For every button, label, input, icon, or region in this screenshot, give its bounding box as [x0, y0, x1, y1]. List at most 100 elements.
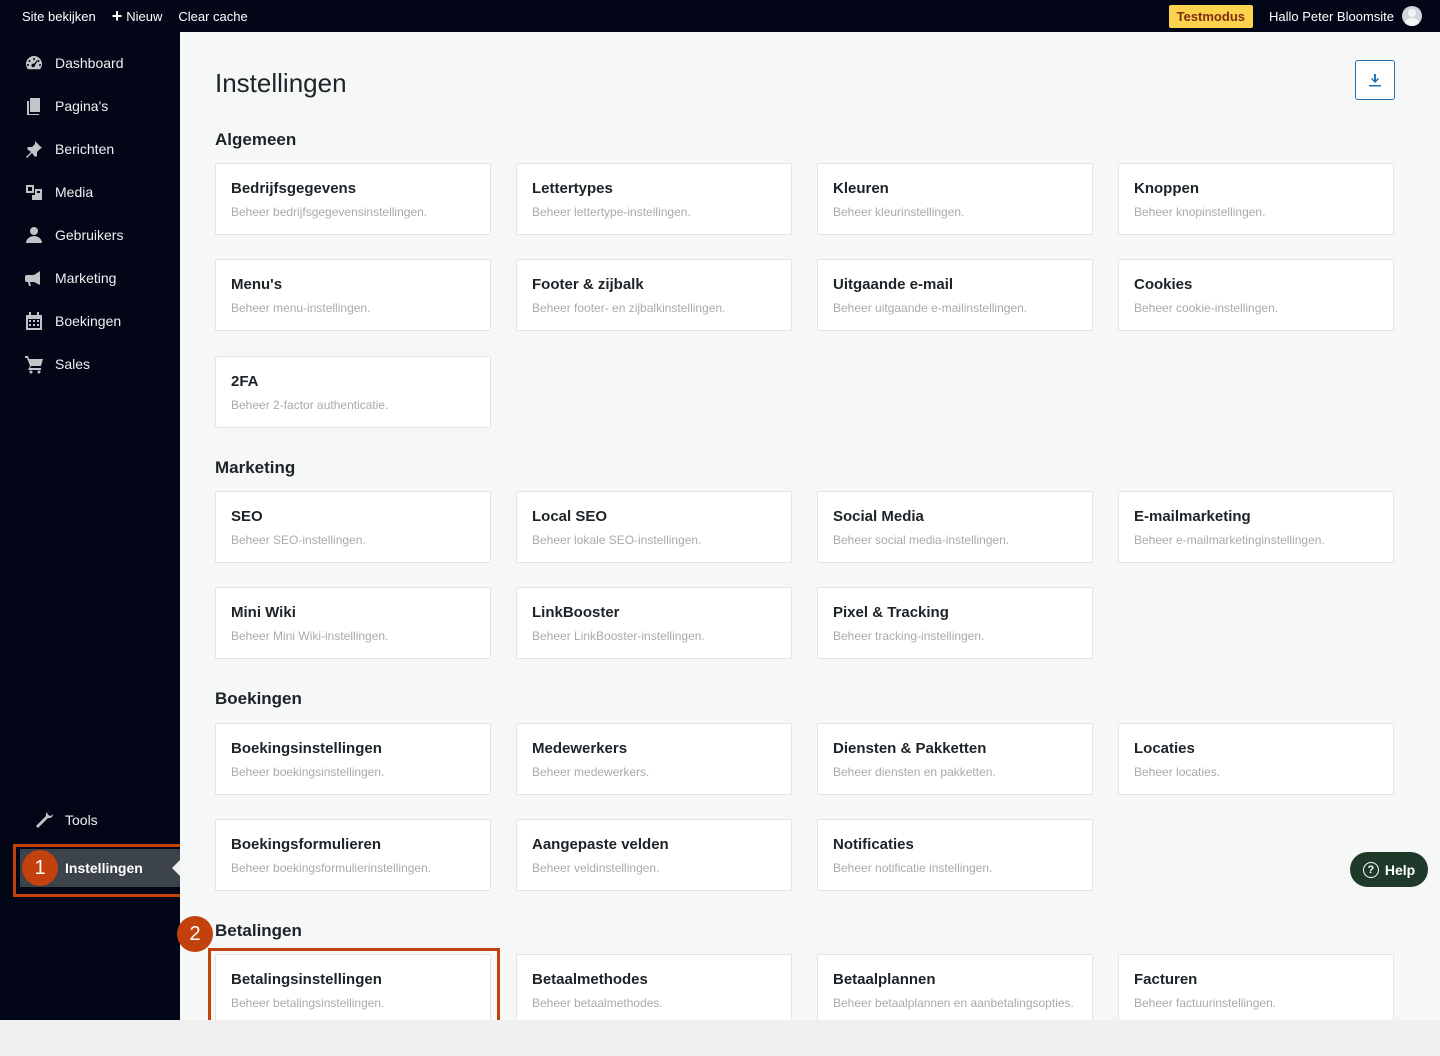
settings-card-local-seo[interactable]: Local SEO Beheer lokale SEO-instellingen.: [516, 491, 792, 563]
card-description: Beheer cookie-instellingen.: [1134, 301, 1279, 315]
plus-icon: +: [111, 6, 123, 26]
card-title: Boekingsformulieren: [231, 836, 382, 853]
question-icon: ?: [1362, 861, 1379, 878]
sidebar-item-media[interactable]: Media: [0, 170, 180, 213]
megaphone-icon: [24, 268, 44, 288]
settings-card-employees[interactable]: Medewerkers Beheer medewerkers.: [516, 723, 792, 795]
settings-card-colors[interactable]: Kleuren Beheer kleurinstellingen.: [817, 163, 1093, 235]
view-site-link[interactable]: Site bekijken: [0, 0, 104, 32]
sidebar-nav: Dashboard Pagina's Berichten Media Gebru…: [0, 32, 180, 385]
test-mode-badge[interactable]: Testmodus: [1168, 4, 1253, 28]
section-title-marketing: Marketing: [215, 458, 296, 477]
settings-card-footer[interactable]: Footer & zijbalk Beheer footer- en zijbal…: [516, 259, 792, 331]
card-description: Beheer footer- en zijbalkinstellingen.: [532, 301, 726, 315]
card-description: Beheer notificatie instellingen.: [833, 861, 993, 875]
sidebar-item-label: Gebruikers: [55, 226, 124, 243]
page-title: Instellingen: [215, 68, 347, 98]
card-description: Beheer boekingsinstellingen.: [231, 765, 385, 779]
card-description: Beheer Mini Wiki-instellingen.: [231, 629, 389, 643]
pages-icon: [24, 96, 44, 116]
card-title: 2FA: [231, 373, 259, 390]
section-title-payments: Betalingen: [215, 921, 302, 940]
pin-icon: [24, 139, 44, 159]
card-title: Menu's: [231, 276, 283, 293]
card-description: Beheer diensten en pakketten.: [833, 765, 996, 779]
card-title: Uitgaande e-mail: [833, 276, 954, 293]
card-title: Betalingsinstellingen: [231, 971, 382, 988]
settings-card-social-media[interactable]: Social Media Beheer social media-instelli…: [817, 491, 1093, 563]
card-description: Beheer uitgaande e-mailinstellingen.: [833, 301, 1028, 315]
settings-card-email-marketing[interactable]: E-mailmarketing Beheer e-mailmarketingins…: [1118, 491, 1394, 563]
sidebar-item-settings[interactable]: 1 Instellingen: [20, 849, 180, 887]
sidebar-item-users[interactable]: Gebruikers: [0, 213, 180, 256]
settings-card-linkbooster[interactable]: LinkBooster Beheer LinkBooster-instelling…: [516, 587, 792, 659]
sidebar-item-label: Boekingen: [55, 312, 122, 329]
clear-cache-button[interactable]: Clear cache: [170, 0, 255, 32]
sidebar-item-tools[interactable]: Tools: [0, 799, 180, 841]
card-title: Bedrijfsgegevens: [231, 180, 357, 197]
card-description: Beheer knopinstellingen.: [1134, 205, 1266, 219]
active-indicator: [172, 860, 180, 876]
settings-card-buttons[interactable]: Knoppen Beheer knopinstellingen.: [1118, 163, 1394, 235]
card-description: Beheer menu-instellingen.: [231, 301, 371, 315]
settings-card-locations[interactable]: Locaties Beheer locaties.: [1118, 723, 1394, 795]
settings-card-seo[interactable]: SEO Beheer SEO-instellingen.: [215, 491, 491, 563]
card-description: Beheer lettertype-instellingen.: [532, 205, 691, 219]
settings-card-company[interactable]: Bedrijfsgegevens Beheer bedrijfsgegevensi…: [215, 163, 491, 235]
settings-card-2fa[interactable]: 2FA Beheer 2-factor authenticatie.: [215, 356, 491, 428]
card-description: Beheer medewerkers.: [532, 765, 650, 779]
settings-card-custom-fields[interactable]: Aangepaste velden Beheer veldinstellingen…: [516, 819, 792, 891]
settings-card-pixel-tracking[interactable]: Pixel & Tracking Beheer tracking-instelli…: [817, 587, 1093, 659]
settings-card-notifications[interactable]: Notificaties Beheer notificatie instellin…: [817, 819, 1093, 891]
help-button[interactable]: ? Help: [1350, 852, 1428, 887]
settings-card-booking-forms[interactable]: Boekingsformulieren Beheer boekingsformul…: [215, 819, 491, 891]
user-icon: [24, 225, 44, 245]
admin-sidebar: Dashboard Pagina's Berichten Media Gebru…: [0, 32, 180, 1020]
sidebar-item-pages[interactable]: Pagina's: [0, 84, 180, 127]
card-title: Aangepaste velden: [532, 836, 669, 853]
card-title: Mini Wiki: [231, 604, 296, 621]
admin-top-bar: Site bekijken + Nieuw Clear cache Testmo…: [0, 0, 1440, 32]
settings-card-fonts[interactable]: Lettertypes Beheer lettertype-instellinge…: [516, 163, 792, 235]
download-icon: [1369, 74, 1381, 87]
card-description: Beheer betalingsinstellingen.: [231, 996, 385, 1010]
sidebar-item-bookings[interactable]: Boekingen: [0, 299, 180, 342]
card-description: Beheer tracking-instellingen.: [833, 629, 985, 643]
card-title: Kleuren: [833, 180, 889, 197]
card-title: LinkBooster: [532, 604, 620, 621]
wrench-icon: [34, 810, 54, 830]
settings-card-cookies[interactable]: Cookies Beheer cookie-instellingen.: [1118, 259, 1394, 331]
card-description: Beheer boekingsformulierinstellingen.: [231, 861, 432, 875]
settings-card-services-packages[interactable]: Diensten & Pakketten Beheer diensten en p…: [817, 723, 1093, 795]
user-greeting[interactable]: Hallo Peter Bloomsite: [1269, 9, 1394, 24]
step-marker-2: 2: [177, 916, 213, 952]
sidebar-item-label: Pagina's: [55, 97, 109, 114]
card-title: Locaties: [1134, 740, 1195, 757]
main-content: Instellingen Algemeen Bedrijfsgegevens Be…: [177, 32, 1440, 1056]
download-button[interactable]: [1355, 60, 1395, 100]
card-title: Betaalplannen: [833, 971, 936, 988]
section-title-bookings: Boekingen: [215, 689, 302, 708]
settings-card-booking-settings[interactable]: Boekingsinstellingen Beheer boekingsinste…: [215, 723, 491, 795]
card-title: SEO: [231, 508, 263, 525]
settings-card-mini-wiki[interactable]: Mini Wiki Beheer Mini Wiki-instellingen.: [215, 587, 491, 659]
new-button[interactable]: + Nieuw: [104, 0, 171, 32]
sidebar-bottom-nav: Tools 1 Instellingen: [0, 799, 180, 887]
card-title: E-mailmarketing: [1134, 508, 1251, 525]
settings-card-outgoing-email[interactable]: Uitgaande e-mail Beheer uitgaande e-maili…: [817, 259, 1093, 331]
sidebar-item-sales[interactable]: Sales: [0, 342, 180, 385]
sidebar-item-label: Marketing: [55, 269, 117, 286]
card-description: Beheer bedrijfsgegevensinstellingen.: [231, 205, 428, 219]
sidebar-item-posts[interactable]: Berichten: [0, 127, 180, 170]
cart-icon: [24, 354, 44, 374]
step-marker-1: 1: [22, 850, 58, 886]
card-description: Beheer lokale SEO-instellingen.: [532, 533, 702, 547]
card-title: Local SEO: [532, 508, 608, 525]
card-title: Knoppen: [1134, 180, 1199, 197]
sidebar-item-marketing[interactable]: Marketing: [0, 256, 180, 299]
help-label: Help: [1384, 861, 1416, 878]
settings-card-menus[interactable]: Menu's Beheer menu-instellingen.: [215, 259, 491, 331]
card-title: Betaalmethodes: [532, 971, 648, 988]
avatar[interactable]: [1402, 6, 1422, 26]
sidebar-item-dashboard[interactable]: Dashboard: [0, 41, 180, 84]
